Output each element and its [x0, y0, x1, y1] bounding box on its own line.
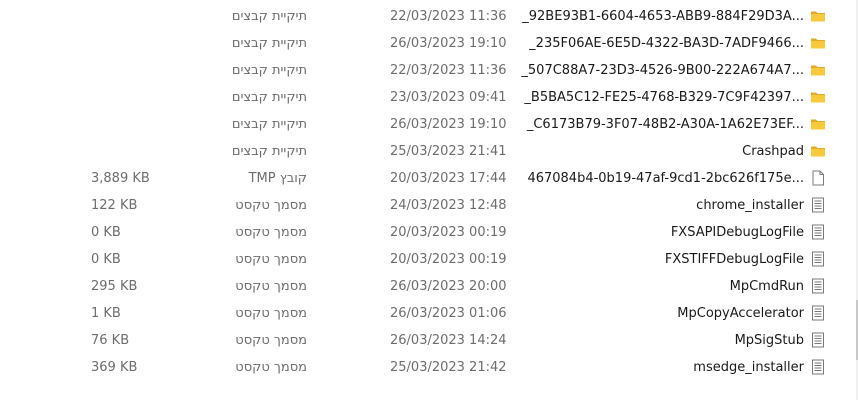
- file-name[interactable]: _C6173B79-3F07-48B2-A30A-1A62E73EF...: [518, 111, 804, 138]
- file-name[interactable]: MpSigStub: [518, 327, 804, 354]
- file-size: [91, 138, 181, 165]
- text-file-icon: [810, 224, 826, 240]
- file-row[interactable]: 369 KB מסמך טקסט 25/03/2023 21:42 msedge_in…: [0, 354, 858, 381]
- file-name[interactable]: _92BE93B1-6604-4653-ABB9-884F29D3A...: [518, 3, 804, 30]
- file-size: 122 KB: [91, 198, 138, 213]
- file-row[interactable]: תיקיית קבצים 25/03/2023 21:41 Crashpad: [0, 138, 858, 165]
- file-type: מסמך טקסט: [235, 360, 307, 375]
- file-type: מסמך טקסט: [235, 198, 307, 213]
- file-row[interactable]: 3,889 KB קובץ TMP 20/03/2023 17:44 467084b4…: [0, 165, 858, 192]
- folder-icon: [810, 116, 826, 132]
- file-name[interactable]: _507C88A7-23D3-4526-9B00-222A674A7...: [518, 57, 804, 84]
- folder-icon: [810, 8, 826, 24]
- file-row[interactable]: תיקיית קבצים 22/03/2023 11:36 _92BE93B1-66…: [0, 3, 858, 30]
- file-type: תיקיית קבצים: [231, 117, 307, 132]
- file-type: תיקיית קבצים: [231, 144, 307, 159]
- file-date-modified: 25/03/2023 21:41: [390, 144, 507, 159]
- file-row[interactable]: תיקיית קבצים 26/03/2023 19:10 _235F06AE-6E…: [0, 30, 858, 57]
- file-type: מסמך טקסט: [235, 306, 307, 321]
- file-name[interactable]: chrome_installer: [518, 192, 804, 219]
- file-date-modified: 26/03/2023 19:10: [390, 117, 507, 132]
- file-name[interactable]: MpCopyAccelerator: [518, 300, 804, 327]
- file-size: 76 KB: [91, 333, 130, 348]
- file-date-modified: 20/03/2023 00:19: [390, 252, 507, 267]
- file-name[interactable]: 467084b4-0b19-47af-9cd1-2bc626f175e...: [518, 165, 804, 192]
- file-date-modified: 26/03/2023 20:00: [390, 279, 507, 294]
- text-file-icon: [810, 278, 826, 294]
- file-row[interactable]: 1 KB מסמך טקסט 26/03/2023 01:06 MpCopyAccel…: [0, 300, 858, 327]
- blank-file-icon: [810, 170, 826, 186]
- file-type: תיקיית קבצים: [231, 36, 307, 51]
- file-list-view: תיקיית קבצים 22/03/2023 11:36 _92BE93B1-66…: [0, 0, 858, 400]
- file-size: 295 KB: [91, 279, 138, 294]
- file-type: תיקיית קבצים: [231, 90, 307, 105]
- file-row[interactable]: 0 KB מסמך טקסט 20/03/2023 00:19 FXSAPIDebug…: [0, 219, 858, 246]
- file-row[interactable]: 295 KB מסמך טקסט 26/03/2023 20:00 MpCmdRun: [0, 273, 858, 300]
- text-file-icon: [810, 305, 826, 321]
- file-date-modified: 23/03/2023 09:41: [390, 90, 507, 105]
- folder-icon: [810, 35, 826, 51]
- file-row[interactable]: 76 KB מסמך טקסט 26/03/2023 14:24 MpSigStub: [0, 327, 858, 354]
- file-type: תיקיית קבצים: [231, 63, 307, 78]
- file-size: 369 KB: [91, 360, 138, 375]
- file-date-modified: 26/03/2023 14:24: [390, 333, 507, 348]
- file-name[interactable]: Crashpad: [518, 138, 804, 165]
- file-type: תיקיית קבצים: [231, 9, 307, 24]
- file-size: 0 KB: [91, 225, 121, 240]
- file-name[interactable]: _235F06AE-6E5D-4322-BA3D-7ADF9466...: [518, 30, 804, 57]
- file-type: מסמך טקסט: [235, 333, 307, 348]
- file-name[interactable]: FXSTIFFDebugLogFile: [518, 246, 804, 273]
- file-name[interactable]: FXSAPIDebugLogFile: [518, 219, 804, 246]
- file-row[interactable]: תיקיית קבצים 23/03/2023 09:41 _B5BA5C12-FE…: [0, 84, 858, 111]
- file-row[interactable]: תיקיית קבצים 22/03/2023 11:36 _507C88A7-23…: [0, 57, 858, 84]
- text-file-icon: [810, 197, 826, 213]
- file-row[interactable]: 0 KB מסמך טקסט 20/03/2023 00:19 FXSTIFFDebu…: [0, 246, 858, 273]
- file-date-modified: 25/03/2023 21:42: [390, 360, 507, 375]
- file-date-modified: 22/03/2023 11:36: [390, 63, 507, 78]
- folder-icon: [810, 62, 826, 78]
- file-name[interactable]: MpCmdRun: [518, 273, 804, 300]
- file-size: [91, 57, 181, 84]
- file-date-modified: 26/03/2023 19:10: [390, 36, 507, 51]
- file-type: קובץ TMP: [248, 171, 307, 186]
- file-date-modified: 22/03/2023 11:36: [390, 9, 507, 24]
- text-file-icon: [810, 332, 826, 348]
- file-size: [91, 111, 181, 138]
- file-type: מסמך טקסט: [235, 279, 307, 294]
- file-size: [91, 30, 181, 57]
- text-file-icon: [810, 251, 826, 267]
- file-name[interactable]: _B5BA5C12-FE25-4768-B329-7C9F42397...: [518, 84, 804, 111]
- file-size: [91, 84, 181, 111]
- file-type: מסמך טקסט: [235, 225, 307, 240]
- file-size: 3,889 KB: [91, 171, 150, 186]
- file-date-modified: 26/03/2023 01:06: [390, 306, 507, 321]
- file-size: [91, 3, 181, 30]
- text-file-icon: [810, 359, 826, 375]
- file-name[interactable]: msedge_installer: [518, 354, 804, 381]
- folder-icon: [810, 143, 826, 159]
- file-date-modified: 20/03/2023 00:19: [390, 225, 507, 240]
- file-size: 1 KB: [91, 306, 121, 321]
- file-row[interactable]: 122 KB מסמך טקסט 24/03/2023 12:48 chrome_in…: [0, 192, 858, 219]
- file-date-modified: 20/03/2023 17:44: [390, 171, 507, 186]
- folder-icon: [810, 89, 826, 105]
- file-size: 0 KB: [91, 252, 121, 267]
- file-date-modified: 24/03/2023 12:48: [390, 198, 507, 213]
- file-rows: תיקיית קבצים 22/03/2023 11:36 _92BE93B1-66…: [0, 3, 858, 381]
- file-type: מסמך טקסט: [235, 252, 307, 267]
- file-row[interactable]: תיקיית קבצים 26/03/2023 19:10 _C6173B79-3F…: [0, 111, 858, 138]
